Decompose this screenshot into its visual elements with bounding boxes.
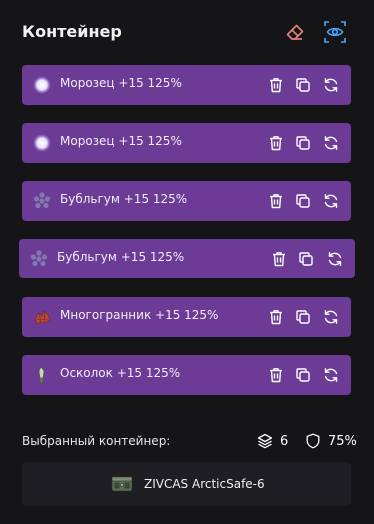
list-item[interactable]: Многогранник +15 125% xyxy=(22,297,351,337)
list-item[interactable]: Осколок +15 125% xyxy=(22,355,351,395)
container-name: ZIVCAS ArcticSafe-6 xyxy=(144,477,265,491)
list-item-dragging[interactable]: Бубльгум +15 125% xyxy=(19,239,355,278)
copy-icon[interactable] xyxy=(294,308,312,326)
swap-icon[interactable] xyxy=(322,192,340,210)
copy-icon[interactable] xyxy=(294,134,312,152)
item-label: Морозец +15 125% xyxy=(60,134,182,148)
frost-orb-icon xyxy=(32,75,52,95)
swap-icon[interactable] xyxy=(322,76,340,94)
trash-icon[interactable] xyxy=(267,308,285,326)
protection-value: 75% xyxy=(328,433,357,449)
copy-icon[interactable] xyxy=(294,192,312,210)
frost-orb-icon xyxy=(32,133,52,153)
item-count-value: 6 xyxy=(280,433,289,449)
swap-icon[interactable] xyxy=(322,134,340,152)
item-label: Бубльгум +15 125% xyxy=(60,192,188,206)
bubblegum-icon xyxy=(29,249,49,269)
polyhedron-icon xyxy=(32,307,52,327)
item-label: Многогранник +15 125% xyxy=(60,308,219,322)
layers-icon xyxy=(257,433,273,449)
selected-container[interactable]: ZIVCAS ArcticSafe-6 xyxy=(22,462,351,506)
bubblegum-icon xyxy=(32,191,52,211)
trash-icon[interactable] xyxy=(270,250,288,268)
container-safe-icon xyxy=(110,474,134,494)
item-count: 6 xyxy=(257,432,288,450)
item-label: Бубльгум +15 125% xyxy=(57,250,185,264)
copy-icon[interactable] xyxy=(297,250,315,268)
shield-icon xyxy=(306,433,320,449)
selected-container-label: Выбранный контейнер: xyxy=(22,434,171,448)
shard-icon xyxy=(32,365,52,385)
item-label: Морозец +15 125% xyxy=(60,76,182,90)
protection-stat: 75% xyxy=(305,432,357,450)
trash-icon[interactable] xyxy=(267,192,285,210)
list-item[interactable]: Морозец +15 125% xyxy=(22,123,351,163)
item-label: Осколок +15 125% xyxy=(60,366,181,380)
trash-icon[interactable] xyxy=(267,134,285,152)
eraser-icon[interactable] xyxy=(284,21,306,43)
swap-icon[interactable] xyxy=(322,366,340,384)
list-item[interactable]: Морозец +15 125% xyxy=(22,65,351,105)
page-title: Контейнер xyxy=(22,22,122,41)
trash-icon[interactable] xyxy=(267,76,285,94)
swap-icon[interactable] xyxy=(326,250,344,268)
trash-icon[interactable] xyxy=(267,366,285,384)
swap-icon[interactable] xyxy=(322,308,340,326)
copy-icon[interactable] xyxy=(294,76,312,94)
copy-icon[interactable] xyxy=(294,366,312,384)
eye-icon[interactable] xyxy=(324,21,346,43)
list-item[interactable]: Бубльгум +15 125% xyxy=(22,181,351,221)
